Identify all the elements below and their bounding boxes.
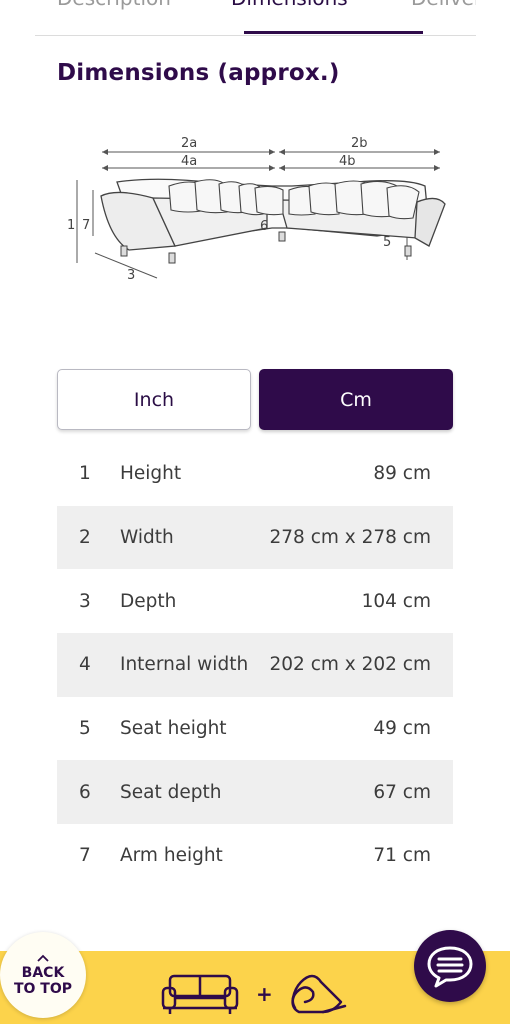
back-to-top-line1: BACK — [21, 965, 65, 981]
table-row: 4 Internal width 202 cm x 202 cm — [57, 633, 453, 697]
row-number: 3 — [79, 590, 91, 612]
table-row: 6 Seat depth 67 cm — [57, 760, 453, 825]
row-number: 7 — [79, 845, 91, 867]
row-value: 49 cm — [373, 718, 431, 740]
tab-dimensions[interactable]: Dimensions — [231, 0, 348, 10]
diagram-label-3: 3 — [127, 268, 135, 283]
row-value: 67 cm — [373, 781, 431, 803]
row-number: 1 — [79, 463, 91, 485]
diagram-label-6: 6 — [260, 219, 268, 234]
row-number: 4 — [79, 654, 91, 676]
cm-toggle-button[interactable]: Cm — [259, 369, 453, 430]
table-row: 2 Width 278 cm x 278 cm — [57, 505, 453, 570]
row-value: 278 cm x 278 cm — [269, 527, 431, 549]
row-label: Width — [120, 527, 174, 549]
chat-button[interactable] — [414, 930, 486, 1002]
row-number: 5 — [79, 718, 91, 740]
row-number: 2 — [79, 527, 91, 549]
row-label: Arm height — [120, 845, 223, 867]
tab-description[interactable]: Description — [57, 0, 171, 10]
table-row: 3 Depth 104 cm — [57, 569, 453, 633]
sofa-icon[interactable] — [160, 972, 240, 1016]
row-number: 6 — [79, 781, 91, 803]
row-label: Internal width — [120, 654, 249, 676]
sofa-dimension-diagram: 2a 4a 2b 4b 1 7 3 6 5 — [67, 136, 446, 283]
row-label: Depth — [120, 590, 177, 612]
chat-icon — [427, 946, 473, 988]
table-row: 7 Arm height 71 cm — [57, 824, 453, 888]
tab-bar: Description Dimensions Delivery — [35, 0, 476, 36]
chevron-up-icon — [37, 954, 49, 962]
table-row: 5 Seat height 49 cm — [57, 697, 453, 761]
row-label: Seat height — [120, 718, 227, 740]
diagram-label-5: 5 — [383, 235, 391, 250]
plus-sign: + — [256, 982, 273, 1006]
row-value: 202 cm x 202 cm — [269, 654, 431, 676]
inch-toggle-button[interactable]: Inch — [57, 369, 251, 430]
diagram-label-1: 1 — [67, 218, 75, 233]
table-row: 1 Height 89 cm — [57, 442, 453, 506]
row-label: Height — [120, 463, 182, 485]
rug-icon[interactable] — [287, 968, 349, 1018]
row-value: 104 cm — [361, 590, 431, 612]
diagram-label-2a: 2a — [181, 136, 197, 151]
diagram-label-4b: 4b — [339, 154, 356, 169]
tab-delivery[interactable]: Delivery — [411, 0, 476, 10]
diagram-label-7: 7 — [82, 218, 90, 233]
active-tab-indicator — [244, 31, 423, 34]
row-label: Seat depth — [120, 781, 222, 803]
back-to-top-button[interactable]: BACK TO TOP — [0, 932, 86, 1018]
dimensions-table: 1 Height 89 cm 2 Width 278 cm x 278 cm 3… — [57, 442, 453, 888]
diagram-label-4a: 4a — [181, 154, 197, 169]
row-value: 89 cm — [373, 463, 431, 485]
row-value: 71 cm — [373, 845, 431, 867]
diagram-label-2b: 2b — [351, 136, 368, 151]
back-to-top-line2: TO TOP — [13, 981, 73, 997]
section-title: Dimensions (approx.) — [57, 60, 340, 86]
